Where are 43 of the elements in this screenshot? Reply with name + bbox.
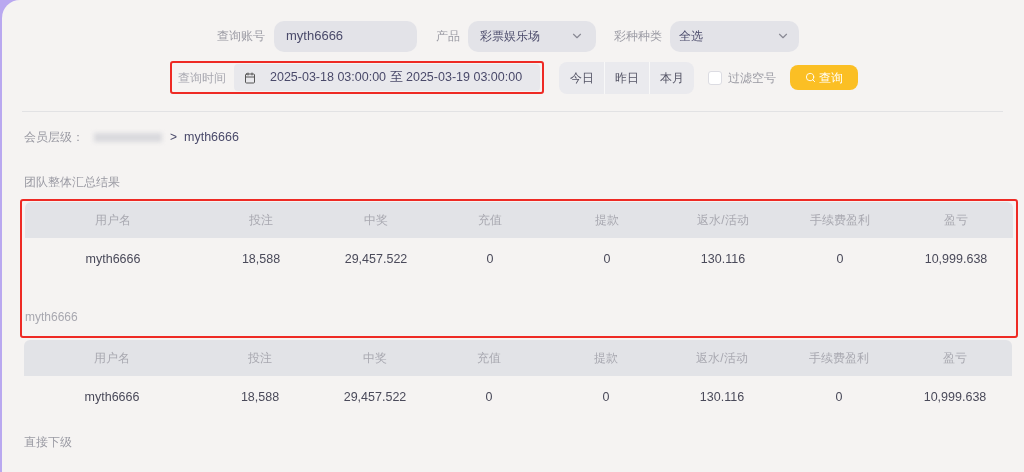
table-cell-text: 18,588 (239, 388, 281, 406)
table-cell-text: 0 (835, 250, 845, 268)
breadcrumb-separator: > (170, 129, 177, 146)
table-cell-text: 29,457.522 (343, 250, 409, 268)
product-select[interactable]: 彩票娱乐场 (468, 20, 596, 52)
field-label: 彩种种类 (614, 28, 662, 45)
lottery-type-select[interactable]: 全选 (670, 20, 799, 52)
table-cell-text: 0 (834, 388, 844, 406)
field-label: 查询账号 (217, 28, 265, 45)
section-title: 直接下级 (24, 434, 73, 451)
table-cell-text: 130.116 (699, 250, 747, 268)
checkbox[interactable] (708, 70, 722, 85)
column-header: 提款 (593, 350, 619, 367)
calendar-icon (244, 71, 256, 84)
breadcrumb-current: myth6666 (184, 128, 239, 146)
section-title: myth6666 (25, 309, 79, 324)
field-label: 查询时间 (178, 69, 226, 87)
search-icon (805, 72, 816, 83)
date-range-field[interactable]: 2025-03-18 03:00:00 至 2025-03-19 03:00:00 (234, 64, 540, 91)
table-cell-text: 0 (602, 250, 612, 268)
section-title: 团队整体汇总结果 (24, 174, 121, 189)
table-cell-text: 0 (601, 388, 611, 406)
table-cell-text: 10,999.638 (922, 388, 988, 406)
table-cell-text: 0 (485, 250, 495, 268)
table-cell-text: 29,457.522 (342, 388, 408, 406)
date-range-button[interactable]: 今日 (559, 61, 604, 94)
blurred-area (94, 132, 162, 142)
column-header: 投注 (247, 350, 273, 367)
column-header: 投注 (248, 212, 274, 229)
breadcrumb-label: 会员层级： (24, 129, 84, 146)
column-header: 用户名 (93, 350, 131, 367)
field-label: 产品 (436, 28, 460, 45)
column-header: 提款 (594, 212, 620, 229)
date-range-button[interactable]: 昨日 (604, 61, 649, 94)
table-cell-text: myth6666 (83, 388, 141, 406)
table-cell-text: 10,999.638 (923, 250, 989, 268)
table-cell-text: 0 (484, 388, 494, 406)
account-field[interactable]: myth6666 (274, 20, 417, 52)
table-cell-text: myth6666 (84, 250, 142, 268)
table-cell-text: 18,588 (240, 250, 282, 268)
date-range-button[interactable]: 本月 (649, 61, 694, 94)
column-header: 用户名 (94, 212, 132, 229)
table-cell-text: 130.116 (698, 388, 746, 406)
